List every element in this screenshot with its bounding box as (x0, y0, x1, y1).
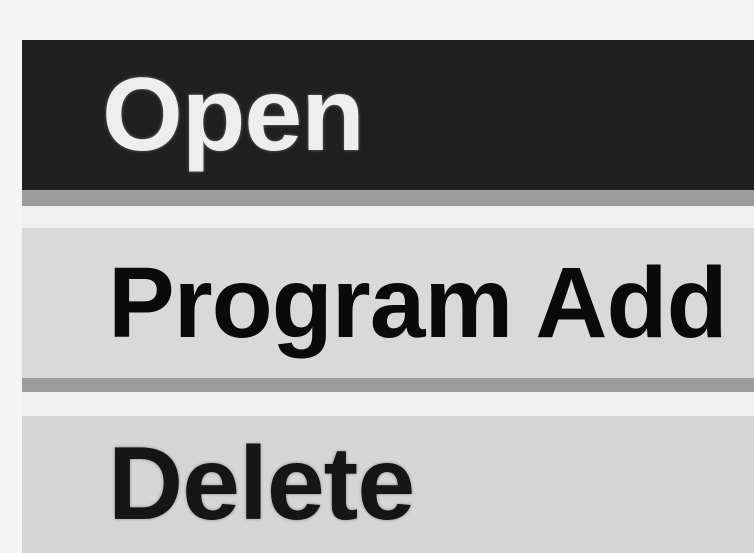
menu-separator-highlight (22, 392, 754, 416)
menu-item-open-label: Open (102, 56, 365, 173)
menu-item-program-add-label: Program Add (108, 246, 728, 359)
context-menu: Open Program Add Delete (22, 40, 754, 553)
menu-item-delete-label: Delete (108, 426, 415, 542)
menu-item-open[interactable]: Open (22, 40, 754, 190)
menu-separator-highlight (22, 206, 754, 228)
menu-separator (22, 378, 754, 392)
menu-item-program-add[interactable]: Program Add (22, 228, 754, 378)
menu-separator (22, 190, 754, 206)
menu-item-delete[interactable]: Delete (22, 416, 754, 553)
